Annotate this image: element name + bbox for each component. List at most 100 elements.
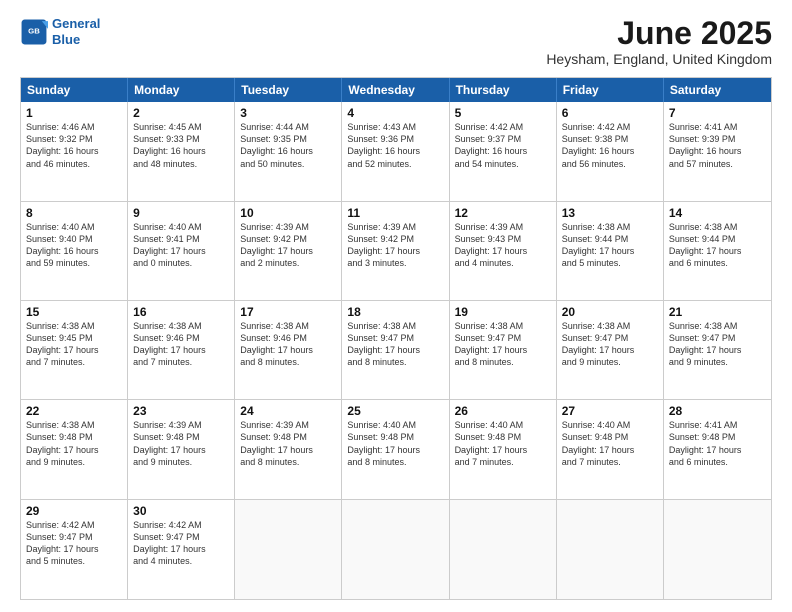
day-number: 5 xyxy=(455,106,551,120)
cell-info: Sunrise: 4:39 AMSunset: 9:48 PMDaylight:… xyxy=(133,419,229,468)
cell-info: Sunrise: 4:40 AMSunset: 9:48 PMDaylight:… xyxy=(455,419,551,468)
weekday-header: Saturday xyxy=(664,78,771,102)
calendar-cell: 9Sunrise: 4:40 AMSunset: 9:41 PMDaylight… xyxy=(128,202,235,300)
day-number: 12 xyxy=(455,206,551,220)
day-number: 21 xyxy=(669,305,766,319)
calendar-cell xyxy=(450,500,557,599)
calendar-cell xyxy=(557,500,664,599)
title-block: June 2025 Heysham, England, United Kingd… xyxy=(546,16,772,67)
weekday-header: Wednesday xyxy=(342,78,449,102)
cell-info: Sunrise: 4:44 AMSunset: 9:35 PMDaylight:… xyxy=(240,121,336,170)
calendar-cell: 30Sunrise: 4:42 AMSunset: 9:47 PMDayligh… xyxy=(128,500,235,599)
location: Heysham, England, United Kingdom xyxy=(546,51,772,67)
day-number: 3 xyxy=(240,106,336,120)
page: GB General Blue June 2025 Heysham, Engla… xyxy=(0,0,792,612)
cell-info: Sunrise: 4:39 AMSunset: 9:43 PMDaylight:… xyxy=(455,221,551,270)
day-number: 18 xyxy=(347,305,443,319)
calendar-cell: 18Sunrise: 4:38 AMSunset: 9:47 PMDayligh… xyxy=(342,301,449,399)
calendar-cell: 26Sunrise: 4:40 AMSunset: 9:48 PMDayligh… xyxy=(450,400,557,498)
logo-text: General Blue xyxy=(52,16,100,47)
calendar-cell: 7Sunrise: 4:41 AMSunset: 9:39 PMDaylight… xyxy=(664,102,771,200)
cell-info: Sunrise: 4:42 AMSunset: 9:47 PMDaylight:… xyxy=(133,519,229,568)
day-number: 8 xyxy=(26,206,122,220)
header: GB General Blue June 2025 Heysham, Engla… xyxy=(20,16,772,67)
day-number: 9 xyxy=(133,206,229,220)
calendar: SundayMondayTuesdayWednesdayThursdayFrid… xyxy=(20,77,772,600)
cell-info: Sunrise: 4:42 AMSunset: 9:38 PMDaylight:… xyxy=(562,121,658,170)
calendar-cell: 15Sunrise: 4:38 AMSunset: 9:45 PMDayligh… xyxy=(21,301,128,399)
calendar-cell: 28Sunrise: 4:41 AMSunset: 9:48 PMDayligh… xyxy=(664,400,771,498)
cell-info: Sunrise: 4:38 AMSunset: 9:46 PMDaylight:… xyxy=(133,320,229,369)
weekday-header: Tuesday xyxy=(235,78,342,102)
calendar-cell: 14Sunrise: 4:38 AMSunset: 9:44 PMDayligh… xyxy=(664,202,771,300)
calendar-cell: 5Sunrise: 4:42 AMSunset: 9:37 PMDaylight… xyxy=(450,102,557,200)
calendar-cell: 23Sunrise: 4:39 AMSunset: 9:48 PMDayligh… xyxy=(128,400,235,498)
day-number: 28 xyxy=(669,404,766,418)
cell-info: Sunrise: 4:39 AMSunset: 9:42 PMDaylight:… xyxy=(240,221,336,270)
calendar-cell: 2Sunrise: 4:45 AMSunset: 9:33 PMDaylight… xyxy=(128,102,235,200)
day-number: 19 xyxy=(455,305,551,319)
cell-info: Sunrise: 4:42 AMSunset: 9:37 PMDaylight:… xyxy=(455,121,551,170)
logo-blue: Blue xyxy=(52,32,80,47)
weekday-header: Friday xyxy=(557,78,664,102)
calendar-cell: 19Sunrise: 4:38 AMSunset: 9:47 PMDayligh… xyxy=(450,301,557,399)
cell-info: Sunrise: 4:40 AMSunset: 9:48 PMDaylight:… xyxy=(562,419,658,468)
calendar-row: 8Sunrise: 4:40 AMSunset: 9:40 PMDaylight… xyxy=(21,202,771,301)
cell-info: Sunrise: 4:38 AMSunset: 9:47 PMDaylight:… xyxy=(347,320,443,369)
weekday-header: Thursday xyxy=(450,78,557,102)
cell-info: Sunrise: 4:40 AMSunset: 9:40 PMDaylight:… xyxy=(26,221,122,270)
cell-info: Sunrise: 4:45 AMSunset: 9:33 PMDaylight:… xyxy=(133,121,229,170)
day-number: 23 xyxy=(133,404,229,418)
day-number: 11 xyxy=(347,206,443,220)
day-number: 10 xyxy=(240,206,336,220)
day-number: 17 xyxy=(240,305,336,319)
day-number: 24 xyxy=(240,404,336,418)
calendar-cell: 13Sunrise: 4:38 AMSunset: 9:44 PMDayligh… xyxy=(557,202,664,300)
cell-info: Sunrise: 4:40 AMSunset: 9:41 PMDaylight:… xyxy=(133,221,229,270)
cell-info: Sunrise: 4:39 AMSunset: 9:42 PMDaylight:… xyxy=(347,221,443,270)
day-number: 1 xyxy=(26,106,122,120)
cell-info: Sunrise: 4:38 AMSunset: 9:47 PMDaylight:… xyxy=(669,320,766,369)
cell-info: Sunrise: 4:38 AMSunset: 9:48 PMDaylight:… xyxy=(26,419,122,468)
calendar-cell xyxy=(342,500,449,599)
calendar-cell: 24Sunrise: 4:39 AMSunset: 9:48 PMDayligh… xyxy=(235,400,342,498)
logo-icon: GB xyxy=(20,18,48,46)
day-number: 30 xyxy=(133,504,229,518)
weekday-header: Monday xyxy=(128,78,235,102)
calendar-cell: 4Sunrise: 4:43 AMSunset: 9:36 PMDaylight… xyxy=(342,102,449,200)
calendar-cell: 20Sunrise: 4:38 AMSunset: 9:47 PMDayligh… xyxy=(557,301,664,399)
weekday-header: Sunday xyxy=(21,78,128,102)
cell-info: Sunrise: 4:39 AMSunset: 9:48 PMDaylight:… xyxy=(240,419,336,468)
cell-info: Sunrise: 4:40 AMSunset: 9:48 PMDaylight:… xyxy=(347,419,443,468)
logo: GB General Blue xyxy=(20,16,100,47)
day-number: 15 xyxy=(26,305,122,319)
day-number: 14 xyxy=(669,206,766,220)
day-number: 6 xyxy=(562,106,658,120)
day-number: 2 xyxy=(133,106,229,120)
day-number: 27 xyxy=(562,404,658,418)
cell-info: Sunrise: 4:38 AMSunset: 9:45 PMDaylight:… xyxy=(26,320,122,369)
cell-info: Sunrise: 4:42 AMSunset: 9:47 PMDaylight:… xyxy=(26,519,122,568)
day-number: 13 xyxy=(562,206,658,220)
calendar-cell: 3Sunrise: 4:44 AMSunset: 9:35 PMDaylight… xyxy=(235,102,342,200)
calendar-cell: 21Sunrise: 4:38 AMSunset: 9:47 PMDayligh… xyxy=(664,301,771,399)
day-number: 29 xyxy=(26,504,122,518)
cell-info: Sunrise: 4:41 AMSunset: 9:48 PMDaylight:… xyxy=(669,419,766,468)
calendar-row: 29Sunrise: 4:42 AMSunset: 9:47 PMDayligh… xyxy=(21,500,771,599)
calendar-cell: 29Sunrise: 4:42 AMSunset: 9:47 PMDayligh… xyxy=(21,500,128,599)
cell-info: Sunrise: 4:38 AMSunset: 9:44 PMDaylight:… xyxy=(669,221,766,270)
cell-info: Sunrise: 4:38 AMSunset: 9:47 PMDaylight:… xyxy=(455,320,551,369)
calendar-cell: 16Sunrise: 4:38 AMSunset: 9:46 PMDayligh… xyxy=(128,301,235,399)
cell-info: Sunrise: 4:38 AMSunset: 9:46 PMDaylight:… xyxy=(240,320,336,369)
calendar-header: SundayMondayTuesdayWednesdayThursdayFrid… xyxy=(21,78,771,102)
calendar-cell: 12Sunrise: 4:39 AMSunset: 9:43 PMDayligh… xyxy=(450,202,557,300)
day-number: 4 xyxy=(347,106,443,120)
calendar-cell: 25Sunrise: 4:40 AMSunset: 9:48 PMDayligh… xyxy=(342,400,449,498)
cell-info: Sunrise: 4:38 AMSunset: 9:44 PMDaylight:… xyxy=(562,221,658,270)
calendar-row: 1Sunrise: 4:46 AMSunset: 9:32 PMDaylight… xyxy=(21,102,771,201)
day-number: 7 xyxy=(669,106,766,120)
calendar-cell: 6Sunrise: 4:42 AMSunset: 9:38 PMDaylight… xyxy=(557,102,664,200)
calendar-cell: 22Sunrise: 4:38 AMSunset: 9:48 PMDayligh… xyxy=(21,400,128,498)
cell-info: Sunrise: 4:41 AMSunset: 9:39 PMDaylight:… xyxy=(669,121,766,170)
logo-general: General xyxy=(52,16,100,31)
